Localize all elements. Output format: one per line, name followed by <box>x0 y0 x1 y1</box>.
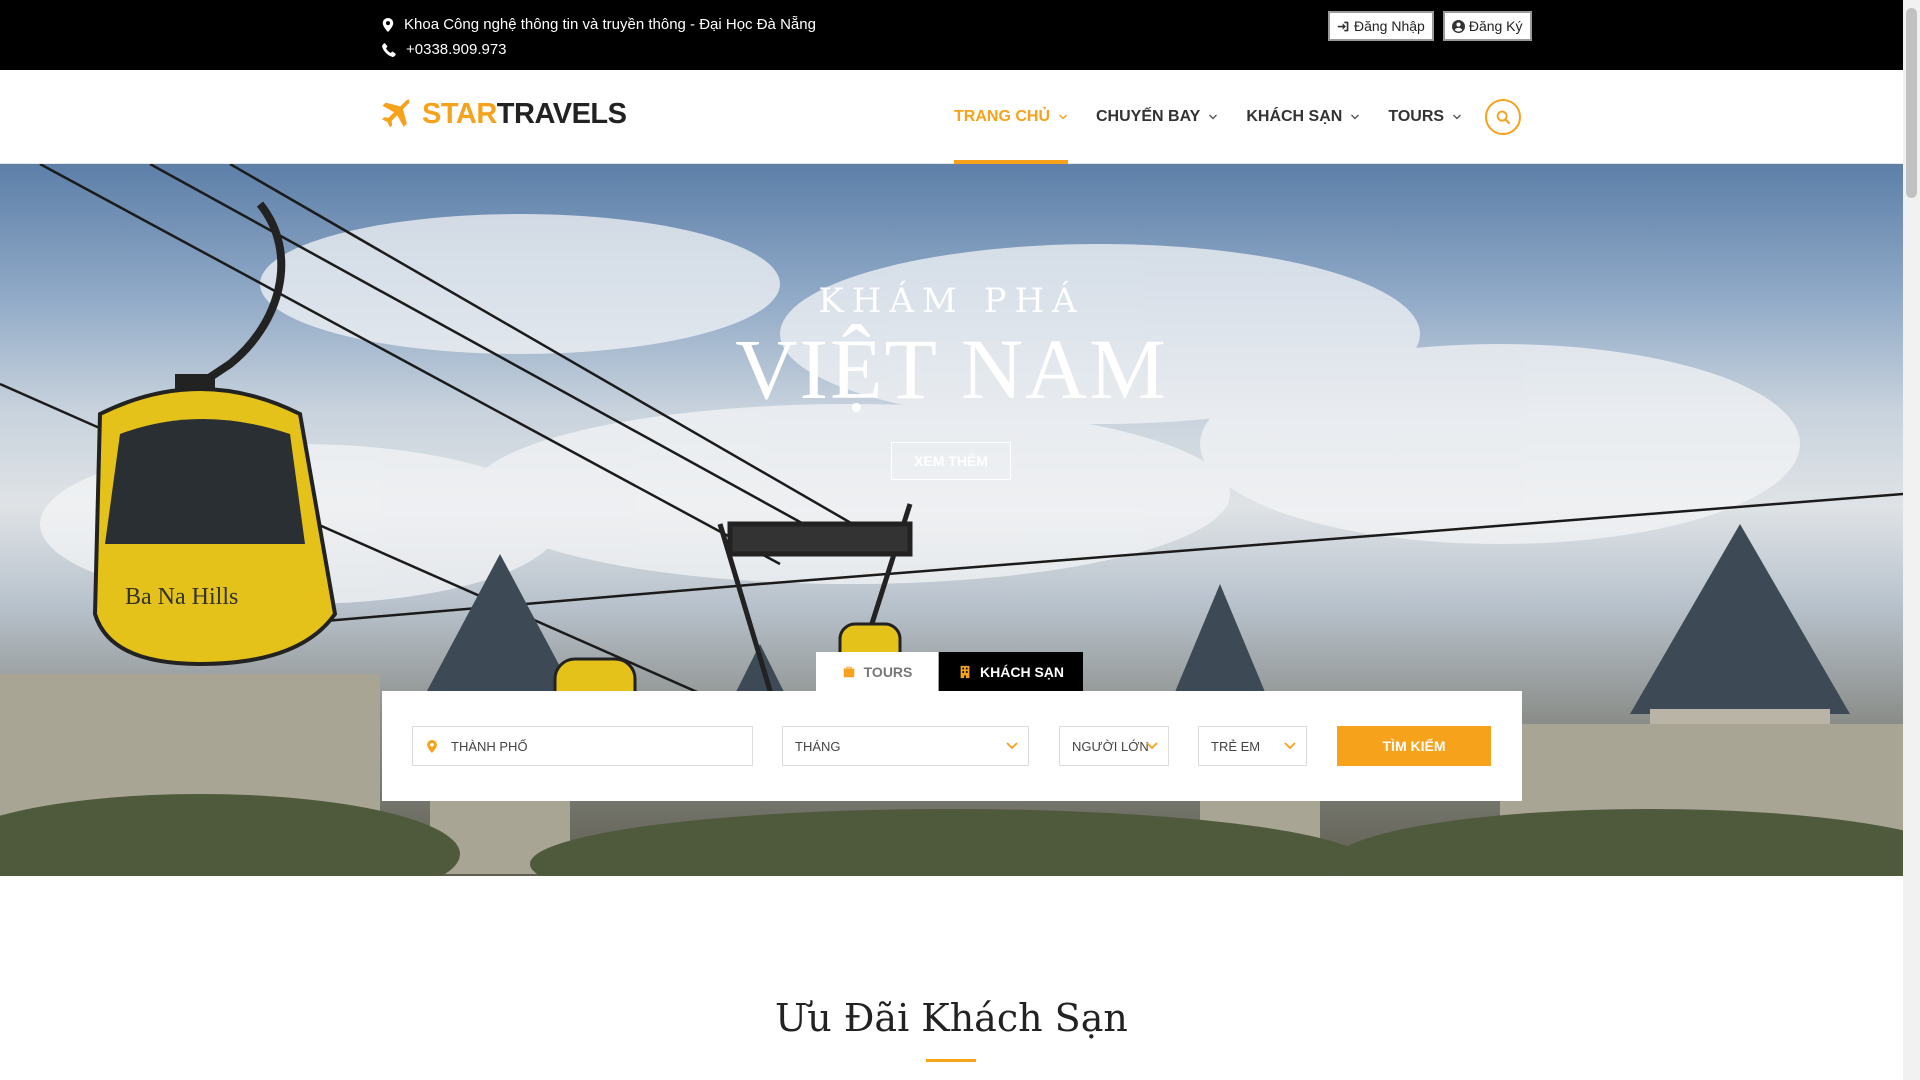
building-icon <box>960 665 970 678</box>
brand-part-star: STAR <box>422 98 497 130</box>
main-navbar: STARTRAVELS TRANG CHỦ CHUYẾN BAY KHÁCH S… <box>0 70 1903 164</box>
section-underline <box>926 1059 976 1062</box>
children-select[interactable]: TRẺ EM <box>1198 726 1307 766</box>
main-menu: TRANG CHỦ CHUYẾN BAY KHÁCH SẠN TOURS <box>954 70 1490 164</box>
register-button[interactable]: Đăng Ký <box>1442 11 1532 41</box>
nav-item-label: TOURS <box>1388 108 1445 125</box>
chevron-down-icon <box>1059 114 1067 120</box>
phone-row: +0338.909.973 <box>382 37 816 62</box>
chevron-down-icon <box>1006 742 1018 750</box>
month-value: THÁNG <box>795 738 841 754</box>
chevron-down-icon <box>1284 742 1296 750</box>
contact-info: Khoa Công nghệ thông tin và truyền thông… <box>382 12 816 62</box>
section-title: Ưu Đãi Khách Sạn <box>775 996 1128 1040</box>
month-select[interactable]: THÁNG <box>782 726 1029 766</box>
phone-text[interactable]: +0338.909.973 <box>406 37 507 62</box>
nav-item-tours[interactable]: TOURS <box>1388 70 1462 164</box>
search-icon <box>1496 110 1510 124</box>
nav-item-label: TRANG CHỦ <box>954 108 1050 125</box>
hero-subtitle: KHÁM PHÁ <box>818 281 1085 321</box>
login-button[interactable]: Đăng Nhập <box>1328 11 1434 41</box>
airplane-icon <box>382 98 411 127</box>
brand-part-travels: TRAVELS <box>496 98 627 130</box>
auth-buttons: Đăng Nhập Đăng Ký <box>1328 11 1532 41</box>
chevron-down-icon <box>1453 114 1462 120</box>
phone-icon <box>382 42 396 57</box>
explore-more-button[interactable]: XEM THÊM <box>891 442 1011 480</box>
page-scrollbar[interactable] <box>1903 0 1920 1080</box>
brand-name: STARTRAVELS <box>422 98 627 131</box>
city-placeholder: THÀNH PHỐ <box>451 738 528 754</box>
sign-in-icon <box>1337 21 1349 31</box>
nav-item-flights[interactable]: CHUYẾN BAY <box>1096 70 1218 164</box>
chevron-down-icon <box>1351 114 1360 120</box>
map-marker-icon <box>427 739 437 753</box>
map-marker-icon <box>382 17 394 32</box>
login-label: Đăng Nhập <box>1354 18 1425 34</box>
city-input[interactable]: THÀNH PHỐ <box>412 726 753 766</box>
chevron-down-icon <box>1146 742 1158 750</box>
top-bar: Khoa Công nghệ thông tin và truyền thông… <box>0 0 1920 70</box>
adults-value: NGƯỜI LỚN <box>1072 738 1149 754</box>
nav-item-hotels[interactable]: KHÁCH SẠN <box>1246 70 1360 164</box>
chevron-down-icon <box>1209 114 1218 120</box>
adults-select[interactable]: NGƯỜI LỚN <box>1059 726 1169 766</box>
nav-item-label: CHUYẾN BAY <box>1096 108 1201 125</box>
nav-item-label: KHÁCH SẠN <box>1246 108 1343 125</box>
brand-logo[interactable]: STARTRAVELS <box>380 98 627 131</box>
cabin-text: Ba Na Hills <box>125 584 238 610</box>
user-circle-icon <box>1451 19 1465 33</box>
tab-label: KHÁCH SẠN <box>980 663 1064 680</box>
register-label: Đăng Ký <box>1468 18 1523 34</box>
suitcase-icon <box>843 666 854 677</box>
children-value: TRẺ EM <box>1211 738 1261 754</box>
hero-title: VIỆT NAM <box>735 321 1168 417</box>
address-text: Khoa Công nghệ thông tin và truyền thông… <box>404 16 816 33</box>
scrollbar-thumb[interactable] <box>1906 8 1917 198</box>
nav-item-home[interactable]: TRANG CHỦ <box>954 70 1068 164</box>
address-row: Khoa Công nghệ thông tin và truyền thông… <box>382 12 816 37</box>
tab-hotels[interactable]: KHÁCH SẠN <box>939 652 1083 691</box>
search-form: THÀNH PHỐ THÁNG NGƯỜI LỚN TRẺ EM TÌM KIẾ… <box>382 691 1522 801</box>
search-submit-button[interactable]: TÌM KIẾM <box>1337 726 1491 766</box>
tab-label: TOURS <box>863 663 913 680</box>
tab-tours[interactable]: TOURS <box>816 652 938 691</box>
search-toggle-button[interactable] <box>1485 99 1521 135</box>
